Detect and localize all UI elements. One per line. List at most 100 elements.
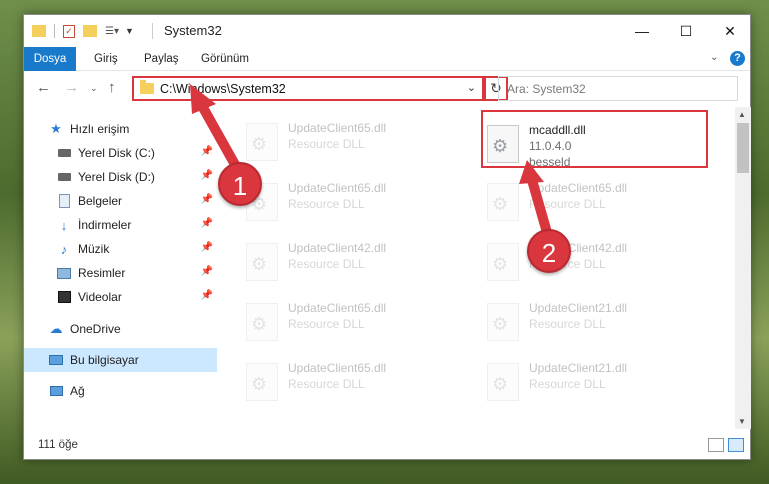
window-title: System32 [164, 23, 222, 38]
pin-icon[interactable]: 📌 [201, 266, 213, 277]
scroll-down-icon[interactable]: ▼ [738, 417, 746, 426]
pin-icon[interactable]: 📌 [201, 146, 213, 157]
pin-icon[interactable]: 📌 [201, 218, 213, 229]
navigation-pane: ★ Hızlı erişim Yerel Disk (C:) 📌 Yerel D… [24, 111, 220, 426]
nav-item-label: Resimler [78, 266, 126, 280]
vertical-scrollbar[interactable]: ▲ ▼ [735, 107, 751, 429]
file-item[interactable]: ⚙ UpdateClient21.dll Resource DLL [481, 297, 711, 347]
file-name: UpdateClient65.dll [288, 181, 387, 195]
file-name: UpdateClient65.dll [288, 301, 387, 315]
nav-item-onedrive[interactable]: ☁ OneDrive [24, 317, 217, 341]
file-name: UpdateClient21.dll [529, 301, 628, 315]
file-name: UpdateClient65.dll [288, 121, 387, 135]
step-2-badge: 2 [527, 229, 571, 273]
new-folder-icon[interactable] [83, 25, 97, 37]
address-bar[interactable]: C:\Windows\System32 ⌄ [132, 76, 484, 101]
nav-item-label: Ağ [70, 384, 85, 398]
item-count: 111 öğe [38, 439, 78, 451]
nav-item-label: Yerel Disk (D:) [78, 170, 155, 184]
file-item[interactable]: ⚙ UpdateClient42.dll Resource DLL [240, 237, 470, 287]
music-icon: ♪ [60, 241, 68, 257]
file-item[interactable]: ⚙ UpdateClient65.dll Resource DLL [240, 297, 470, 347]
nav-item-music[interactable]: ♪ Müzik 📌 [24, 237, 217, 261]
forward-arrow-icon[interactable]: → [64, 79, 79, 96]
file-item[interactable]: ⚙ UpdateClient65.dll Resource DLL [240, 177, 470, 227]
nav-item-label: Videolar [78, 290, 122, 304]
scroll-up-icon[interactable]: ▲ [738, 110, 746, 119]
videos-icon [56, 289, 72, 305]
minimize-button[interactable]: — [620, 15, 664, 47]
pin-icon[interactable]: 📌 [201, 290, 213, 301]
properties-icon[interactable]: ✓ [63, 24, 75, 38]
tab-view[interactable]: Görünüm [191, 47, 259, 71]
dll-file-icon: ⚙ [487, 363, 519, 401]
qa-dropdown-icon[interactable]: ▼ [125, 26, 134, 36]
chevron-down-icon[interactable]: ⌄ [467, 81, 476, 94]
dll-file-icon: ⚙ [246, 243, 278, 281]
dll-file-icon: ⚙ [246, 363, 278, 401]
nav-item-local-disk-c[interactable]: Yerel Disk (C:) 📌 [24, 141, 217, 165]
up-arrow-icon[interactable]: ↑ [108, 79, 116, 96]
details-view-icon[interactable] [708, 438, 724, 452]
step-1-badge: 1 [218, 162, 262, 206]
expand-ribbon-icon[interactable]: ⌄ [710, 52, 718, 63]
pin-icon[interactable]: 📌 [201, 242, 213, 253]
folder-icon [140, 80, 154, 94]
nav-item-local-disk-d[interactable]: Yerel Disk (D:) 📌 [24, 165, 217, 189]
address-path[interactable]: C:\Windows\System32 [160, 82, 286, 96]
nav-item-pictures[interactable]: Resimler 📌 [24, 261, 217, 285]
pictures-icon [56, 265, 72, 281]
nav-item-label: Yerel Disk (C:) [78, 146, 155, 160]
file-item[interactable]: ⚙ UpdateClient42.dll Resource DLL [481, 237, 711, 287]
file-type: Resource DLL [529, 197, 606, 211]
maximize-button[interactable]: ☐ [664, 15, 708, 47]
tab-home[interactable]: Giriş [84, 47, 128, 71]
search-input[interactable]: Ara: System32 [498, 76, 738, 101]
back-arrow-icon[interactable]: ← [36, 79, 51, 96]
nav-item-label: Müzik [78, 242, 110, 256]
file-explorer-window: ✓ ☰▾ ▼ System32 — ☐ ✕ Dosya Giriş Paylaş… [23, 14, 751, 460]
large-icons-view-icon[interactable] [728, 438, 744, 452]
nav-item-documents[interactable]: Belgeler 📌 [24, 189, 217, 213]
nav-item-downloads[interactable]: ↓ İndirmeler 📌 [24, 213, 217, 237]
file-item[interactable]: ⚙ UpdateClient65.dll Resource DLL [240, 357, 470, 407]
customize-toolbar-icon[interactable]: ☰▾ [105, 26, 119, 37]
star-icon: ★ [50, 121, 62, 136]
file-type: Resource DLL [288, 197, 365, 211]
folder-icon[interactable] [32, 25, 46, 37]
divider [54, 24, 55, 38]
pin-icon[interactable]: 📌 [201, 194, 213, 205]
dll-file-icon: ⚙ [487, 243, 519, 281]
nav-item-label: Belgeler [78, 194, 123, 208]
drive-icon [56, 169, 72, 185]
help-icon[interactable]: ? [730, 51, 745, 66]
nav-item-network[interactable]: Ağ [24, 379, 217, 403]
file-type: Resource DLL [529, 377, 606, 391]
divider [152, 23, 153, 39]
address-row: ← → ⌄ ↑ C:\Windows\System32 ⌄ ↻ Ara: Sys… [24, 71, 750, 105]
title-bar: ✓ ☰▾ ▼ System32 — ☐ ✕ [24, 15, 750, 47]
dll-file-icon: ⚙ [487, 183, 519, 221]
file-item[interactable]: ⚙ UpdateClient21.dll Resource DLL [481, 357, 711, 407]
nav-item-this-pc[interactable]: Bu bilgisayar [24, 348, 217, 372]
ribbon-tabs: Dosya Giriş Paylaş Görünüm ⌄ ? [24, 47, 750, 71]
recent-locations-icon[interactable]: ⌄ [90, 83, 98, 94]
file-item[interactable]: ⚙ UpdateClient65.dll Resource DLL [481, 177, 711, 227]
pin-icon[interactable]: 📌 [201, 170, 213, 181]
tab-file[interactable]: Dosya [24, 47, 76, 71]
tab-share[interactable]: Paylaş [134, 47, 189, 71]
file-highlight-box [481, 110, 708, 168]
scrollbar-thumb[interactable] [737, 123, 749, 173]
documents-icon [56, 193, 72, 209]
file-type: Resource DLL [529, 317, 606, 331]
computer-icon [48, 352, 64, 368]
dll-file-icon: ⚙ [487, 303, 519, 341]
nav-item-videos[interactable]: Videolar 📌 [24, 285, 217, 309]
close-button[interactable]: ✕ [708, 15, 752, 47]
nav-item-label: Hızlı erişim [70, 122, 130, 136]
nav-item-quick-access[interactable]: ★ Hızlı erişim [24, 117, 217, 141]
dll-file-icon: ⚙ [246, 123, 278, 161]
network-icon [48, 383, 64, 399]
file-item[interactable]: ⚙ UpdateClient65.dll Resource DLL [240, 117, 470, 167]
dll-file-icon: ⚙ [246, 303, 278, 341]
